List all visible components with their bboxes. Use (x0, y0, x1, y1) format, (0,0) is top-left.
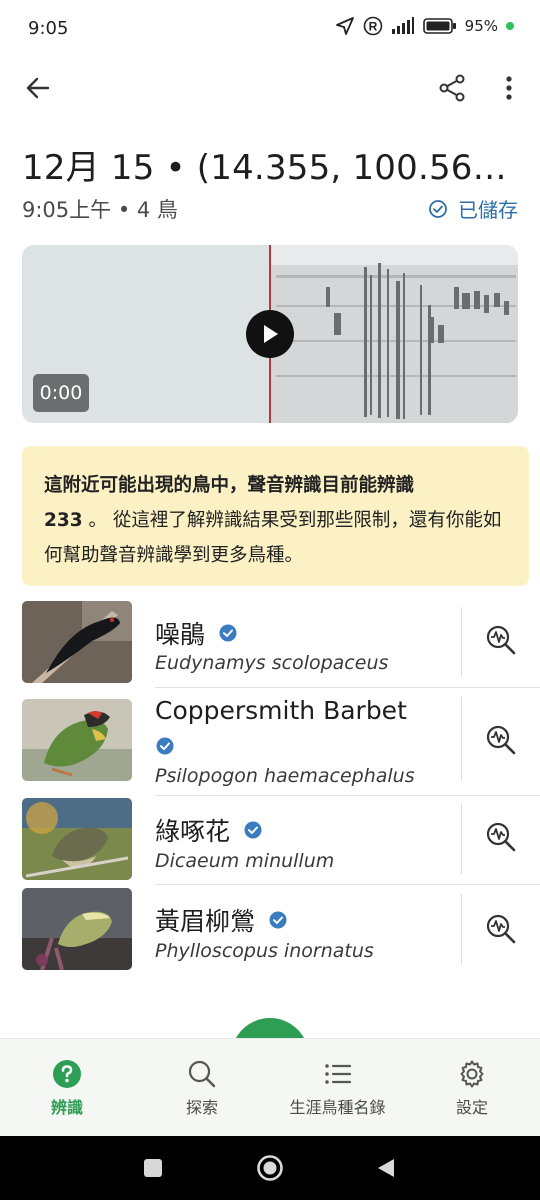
verified-icon (156, 737, 174, 755)
species-scientific-name: Eudynamys scolopaceus (155, 652, 389, 674)
species-row[interactable]: 綠啄花 Dicaeum minullum (0, 798, 540, 888)
saved-status[interactable]: 已儲存 (428, 194, 518, 223)
recents-button[interactable] (133, 1148, 173, 1188)
bird-thumbnail (22, 699, 132, 781)
play-button[interactable] (246, 310, 294, 358)
system-navigation-bar (0, 1136, 540, 1200)
limitations-link[interactable]: 從這裡了解辨識結果受到那些限制，還有你能如何幫助聲音辨識學到更多鳥種。 (44, 510, 501, 566)
check-circle-icon (429, 199, 447, 218)
species-scientific-name: Dicaeum minullum (155, 850, 335, 872)
search-icon (188, 1060, 216, 1087)
privacy-dot (506, 22, 514, 30)
species-row[interactable]: 黃眉柳鶯 Phylloscopus inornatus (0, 888, 540, 978)
app-bar (0, 58, 540, 118)
status-bar: 9:05 R 95% (0, 0, 540, 58)
waveform-search-icon (486, 914, 516, 944)
bird-thumbnail (22, 601, 132, 683)
status-time: 9:05 (28, 18, 69, 39)
row-divider (461, 697, 462, 781)
notice-text: 這附近可能出現的鳥中，聲音辨識目前能辨識 (44, 475, 415, 496)
svg-text:R: R (368, 20, 377, 34)
waveform-search-icon (486, 725, 516, 755)
species-common-name: 黃眉柳鶯 (155, 902, 287, 938)
back-nav-button[interactable] (366, 1148, 406, 1188)
battery-icon (422, 18, 456, 34)
nav-label-settings: 設定 (455, 1097, 488, 1117)
common-name-text: 黃眉柳鶯 (155, 907, 256, 936)
share-button[interactable] (432, 70, 472, 106)
inspect-button[interactable] (482, 621, 520, 659)
recording-title: 12月 15 • (14.355, 100.56… (22, 148, 507, 188)
nav-label-explore: 探索 (185, 1097, 218, 1117)
recording-subtitle: 9:05上午 • 4 鳥 (22, 198, 178, 222)
spectrogram-graphic (270, 263, 518, 423)
list-icon (324, 1063, 351, 1084)
status-icons: R 95% (335, 16, 514, 36)
row-divider (461, 894, 462, 964)
spectrogram-image (270, 245, 518, 423)
nav-identify[interactable]: 辨識 (27, 1039, 107, 1137)
notice-separator: 。 (82, 510, 113, 531)
common-name-text: 綠啄花 (155, 817, 231, 846)
nav-label-identify: 辨識 (50, 1097, 83, 1117)
row-separator (155, 687, 540, 688)
bottom-navigation: 辨識 探索 生涯鳥種名錄 設定 (0, 1038, 540, 1136)
home-icon (257, 1155, 283, 1181)
nav-settings[interactable]: 設定 (432, 1039, 512, 1137)
inspect-button[interactable] (482, 721, 520, 759)
species-scientific-name: Phylloscopus inornatus (155, 940, 374, 962)
verified-icon (244, 821, 262, 839)
more-options-button[interactable] (494, 70, 524, 106)
battery-percent: 95% (464, 17, 498, 35)
coverage-notice: 這附近可能出現的鳥中，聲音辨識目前能辨識 233 。 從這裡了解辨識結果受到那些… (22, 446, 529, 586)
inspect-button[interactable] (482, 818, 520, 856)
share-icon (439, 74, 465, 102)
back-triangle-icon (378, 1159, 394, 1177)
species-row[interactable]: Coppersmith Barbet Psilopogon haemacepha… (0, 696, 540, 796)
nav-explore[interactable]: 探索 (162, 1039, 242, 1137)
back-arrow-icon (26, 77, 50, 99)
saved-label: 已儲存 (458, 198, 518, 222)
more-vert-icon (506, 76, 512, 100)
verified-icon (219, 624, 237, 642)
play-icon (264, 325, 278, 343)
playback-time: 0:00 (33, 374, 89, 412)
back-button[interactable] (20, 70, 56, 106)
verified-icon (269, 911, 287, 929)
help-circle-icon (53, 1059, 81, 1088)
species-common-name: Coppersmith Barbet (155, 696, 407, 725)
waveform-search-icon (486, 822, 516, 852)
navigation-icon (335, 17, 354, 35)
row-divider (461, 607, 462, 677)
row-separator (155, 795, 540, 796)
common-name-text: 噪鵑 (155, 620, 206, 649)
bird-thumbnail (22, 798, 132, 880)
row-separator (155, 884, 540, 885)
species-scientific-name: Psilopogon haemacephalus (155, 765, 415, 787)
gear-icon (460, 1060, 484, 1087)
notice-count: 233 (44, 510, 83, 531)
nav-life-list[interactable]: 生涯鳥種名錄 (280, 1039, 395, 1137)
spectrogram-player[interactable]: 0:00 (22, 245, 518, 423)
registered-icon: R (363, 16, 382, 36)
species-common-name: 綠啄花 (155, 812, 262, 848)
signal-icon (391, 17, 414, 34)
home-button[interactable] (250, 1148, 290, 1188)
inspect-button[interactable] (482, 910, 520, 948)
species-row[interactable]: 噪鵑 Eudynamys scolopaceus (0, 601, 540, 691)
species-common-name: 噪鵑 (155, 615, 237, 651)
row-divider (461, 804, 462, 874)
nav-label-life-list: 生涯鳥種名錄 (289, 1097, 386, 1117)
recents-icon (144, 1159, 162, 1177)
bird-thumbnail (22, 888, 132, 970)
common-name-text: Coppersmith Barbet (155, 696, 407, 725)
waveform-search-icon (486, 625, 516, 655)
